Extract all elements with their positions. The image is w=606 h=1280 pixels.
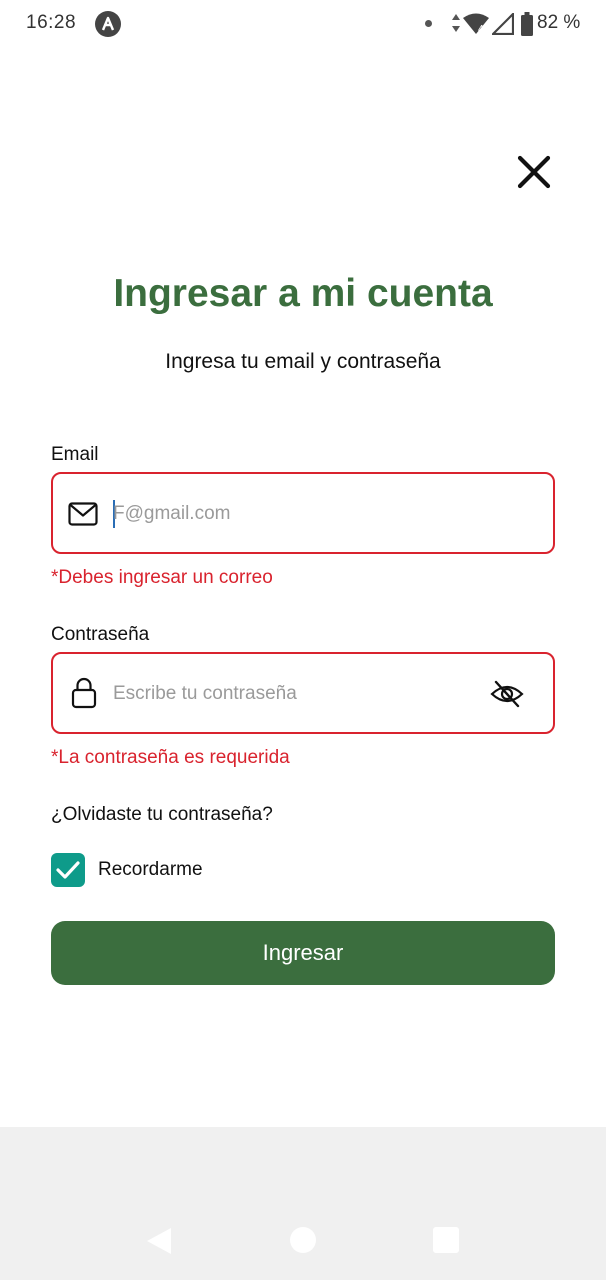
remember-me-label: Recordarme [98, 859, 203, 880]
check-icon [56, 861, 80, 879]
status-time: 16:28 [26, 12, 77, 33]
password-field-container[interactable] [51, 652, 555, 734]
page-title: Ingresar a mi cuenta [113, 272, 493, 315]
email-label: Email [51, 444, 99, 465]
home-icon[interactable] [290, 1227, 316, 1253]
lock-icon [71, 677, 97, 709]
notification-dot-icon [425, 20, 432, 27]
page-subtitle: Ingresa tu email y contraseña [165, 350, 441, 373]
app-notification-icon [95, 11, 121, 37]
remember-me-checkbox[interactable] [51, 853, 85, 887]
forgot-password-link[interactable]: ¿Olvidaste tu contraseña? [51, 804, 273, 826]
navigation-bar [0, 1127, 606, 1280]
network-badge: 4 [478, 24, 484, 35]
battery-percentage: 82 % [537, 12, 581, 33]
battery-icon [521, 12, 533, 41]
data-transfer-icon [451, 13, 461, 38]
email-field-container[interactable] [51, 472, 555, 554]
toggle-password-visibility-button[interactable] [489, 678, 525, 710]
password-error-message: *La contraseña es requerida [51, 747, 290, 768]
close-button[interactable] [512, 150, 556, 194]
eye-off-icon [490, 680, 524, 708]
wifi-icon: 4 [462, 13, 490, 40]
password-label: Contraseña [51, 624, 150, 645]
status-bar: 16:28 4 82 % [0, 0, 606, 48]
back-icon[interactable] [146, 1227, 172, 1255]
remember-me-row[interactable]: Recordarme [51, 853, 203, 887]
mail-icon [68, 502, 98, 526]
password-input[interactable] [113, 679, 483, 709]
recents-icon[interactable] [433, 1227, 459, 1253]
close-icon [517, 155, 551, 189]
email-error-message: *Debes ingresar un correo [51, 567, 273, 588]
login-button[interactable]: Ingresar [51, 921, 555, 985]
email-input[interactable] [113, 499, 483, 529]
signal-icon [490, 11, 515, 40]
